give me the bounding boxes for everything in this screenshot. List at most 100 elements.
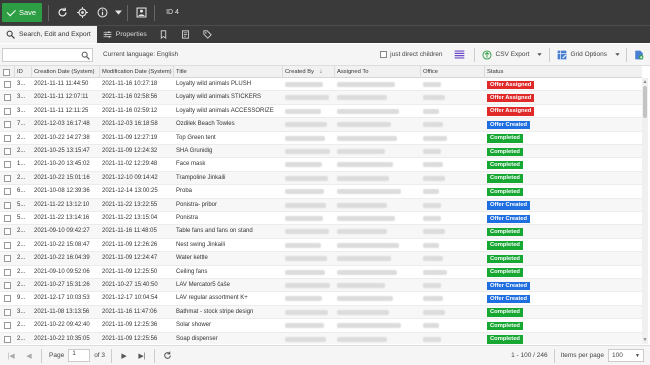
chevron-down-icon[interactable] [112,3,124,22]
table-row[interactable]: 2... 2021-09-10 09:52:06 2021-11-09 12:25:… [0,266,642,279]
table-row[interactable]: 5... 2021-11-22 13:12:10 2021-11-22 13:22:… [0,198,642,212]
row-checkbox[interactable] [4,107,11,115]
tab-properties[interactable]: Properties [97,26,153,43]
table-row[interactable]: 3... 2021-11-11 12:11:25 2021-11-16 02:59:… [0,105,642,119]
image-icon[interactable] [131,3,151,22]
direct-children-checkbox[interactable] [380,51,388,58]
row-checkbox[interactable] [4,268,11,276]
row-checkbox[interactable] [4,228,11,236]
notes-icon[interactable] [175,26,197,43]
table-row[interactable]: 3... 2021-11-08 13:13:56 2021-11-16 11:47:… [0,305,642,320]
row-checkbox[interactable] [4,322,11,330]
table-row[interactable]: 2... 2021-10-22 16:04:39 2021-11-09 12:24:… [0,252,642,266]
toolbar-divider [48,4,50,21]
redacted-value [285,283,330,288]
table-row[interactable]: 7... 2021-12-03 16:17:48 2021-12-03 16:18:… [0,118,642,132]
table-row[interactable]: 2... 2021-09-10 09:42:27 2021-11-16 11:48:… [0,225,642,239]
column-header-modification-date[interactable]: Modification Date (System) [100,66,174,78]
table-row[interactable]: 2... 2021-10-22 14:27:38 2021-11-09 12:27:… [0,132,642,145]
modified-cell: 2021-11-02 12:29:48 [102,161,158,168]
column-header-created-by[interactable]: Created By ↓ [283,66,335,78]
column-header-creation-date[interactable]: Creation Date (System) [32,66,100,78]
scrollbar-thumb[interactable] [643,86,647,118]
row-checkbox[interactable] [4,121,11,129]
table-row[interactable]: 6... 2021-10-08 12:39:36 2021-12-14 13:00:… [0,185,642,199]
select-all-header [0,66,15,78]
grid-options-button[interactable]: Grid Options [553,47,612,63]
items-per-page-select[interactable]: 100 ▼ [608,349,644,362]
prev-page-button[interactable]: ◀ [20,349,38,363]
grid-options-dropdown[interactable] [611,47,623,63]
row-checkbox[interactable] [4,188,11,196]
add-to-export-button[interactable] [630,47,648,63]
column-header-assigned-to[interactable]: Assigned To [335,66,421,78]
page-input[interactable]: 1 [68,349,91,362]
row-checkbox[interactable] [4,161,11,169]
bookmark-icon[interactable] [153,26,175,43]
table-row[interactable]: 5... 2021-11-22 13:14:16 2021-11-22 13:15:… [0,212,642,226]
modified-cell: 2021-12-03 16:18:58 [102,121,158,128]
row-checkbox[interactable] [4,201,11,209]
table-row[interactable]: 2... 2021-10-27 15:31:26 2021-10-27 15:40:… [0,279,642,293]
row-checkbox[interactable] [4,148,11,155]
redacted-value [337,175,389,181]
row-checkbox[interactable] [4,295,11,303]
created-cell: 2021-09-10 09:52:06 [34,268,90,275]
info-icon[interactable] [92,3,112,22]
row-checkbox[interactable] [4,174,11,182]
redacted-value [337,296,393,302]
created-by-cell [283,333,335,344]
row-checkbox[interactable] [4,94,11,102]
first-page-button[interactable]: |◀ [2,349,20,363]
row-checkbox[interactable] [4,81,11,88]
row-checkbox[interactable] [4,241,11,249]
row-checkbox[interactable] [4,335,11,343]
table-row[interactable]: 3... 2021-11-11 11:44:50 2021-11-16 10:27:… [0,78,642,92]
refresh-icon[interactable] [52,3,72,22]
table-row[interactable]: 2... 2021-10-22 09:42:40 2021-11-09 12:25:… [0,319,642,333]
redacted-value [285,162,322,168]
next-page-button[interactable]: ▶ [115,349,133,363]
select-all-checkbox[interactable] [3,68,10,76]
row-checkbox[interactable] [4,255,11,263]
refresh-icon[interactable] [158,349,176,363]
list-view-icon[interactable] [449,49,471,60]
created-cell: 2021-12-17 10:03:53 [34,295,90,302]
tab-search-edit-export[interactable]: Search, Edit and Export [0,26,97,43]
column-header-id[interactable]: ID [15,66,32,78]
row-checkbox[interactable] [4,282,11,289]
row-checkbox[interactable] [4,308,11,316]
scroll-up-icon[interactable]: ▲ [642,79,648,85]
table-row[interactable]: 9... 2021-12-17 10:03:53 2021-12-17 10:04:… [0,292,642,306]
redacted-value [337,135,397,141]
scroll-down-icon[interactable]: ▼ [642,337,648,343]
table-row[interactable]: 2... 2021-10-22 15:01:16 2021-12-10 09:14:… [0,171,642,186]
column-header-title[interactable]: Title [174,66,283,78]
table-row[interactable]: 2... 2021-10-25 13:15:47 2021-11-09 12:24:… [0,145,642,159]
id-cell: 5... [17,201,26,208]
page-count-label: of 3 [94,352,106,359]
table-row[interactable]: 1... 2021-10-20 13:45:02 2021-11-02 12:29:… [0,158,642,172]
save-button[interactable]: Save [2,3,43,22]
search-input[interactable] [3,48,79,61]
row-checkbox[interactable] [4,215,11,222]
column-header-status[interactable]: Status [485,66,642,78]
csv-export-dropdown[interactable] [534,47,546,63]
table-row[interactable]: 2... 2021-10-22 15:08:47 2021-11-09 12:26:… [0,239,642,253]
column-header-office[interactable]: Office [421,66,485,78]
csv-export-button[interactable]: CSV Export [478,47,534,63]
target-icon[interactable] [72,3,92,22]
modified-cell: 2021-12-17 10:04:54 [102,295,158,302]
title-cell: Loyalty wild animals PLUSH [176,81,252,87]
caret-down-icon [537,53,542,56]
direct-children-toggle[interactable]: just direct children [380,51,443,58]
last-page-button[interactable]: ▶| [133,349,151,363]
table-row[interactable]: 2... 2021-10-22 10:35:05 2021-11-09 12:25:… [0,332,642,344]
search-icon[interactable] [81,51,90,60]
row-checkbox[interactable] [4,134,11,142]
office-cell [421,105,485,118]
table-row[interactable]: 3... 2021-11-11 12:07:11 2021-11-16 02:58:… [0,91,642,105]
redacted-value [337,122,391,128]
tag-icon[interactable] [197,26,219,43]
status-badge: Offer Created [487,201,531,210]
